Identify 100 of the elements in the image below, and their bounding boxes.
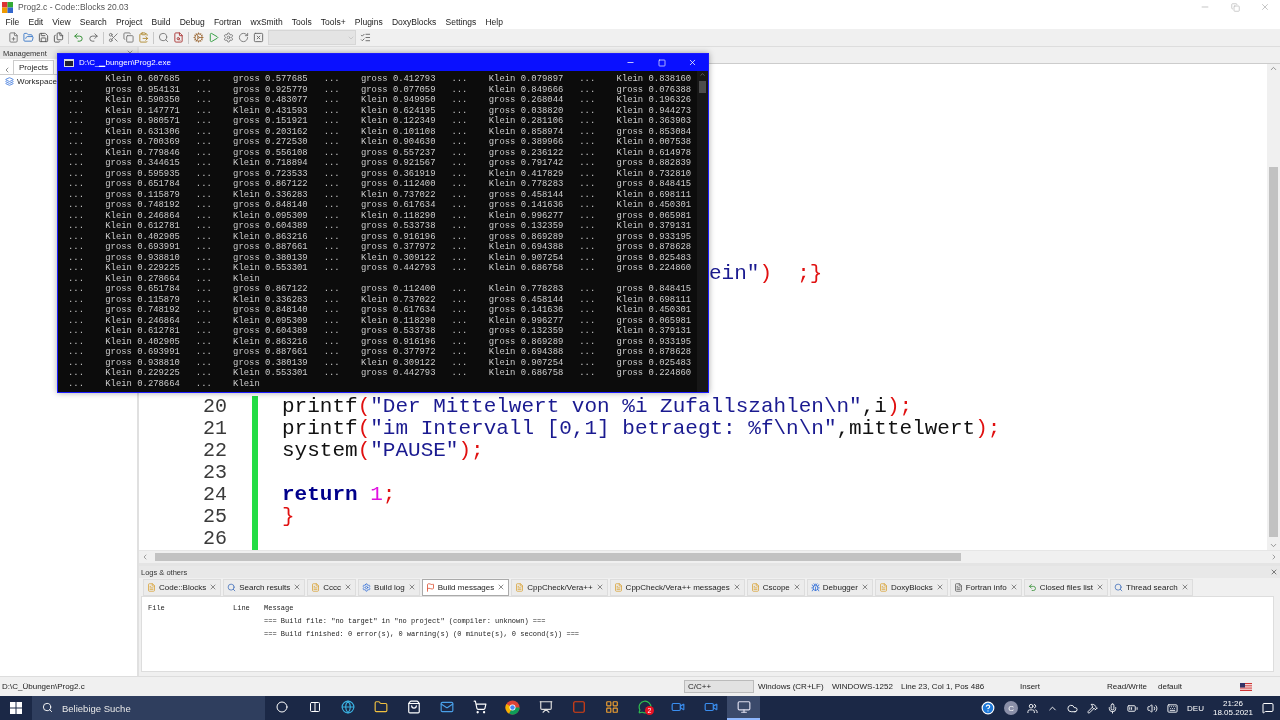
close-icon[interactable] [792, 583, 801, 591]
people-icon[interactable] [1027, 702, 1039, 714]
mail-icon[interactable] [439, 700, 454, 714]
store-icon[interactable] [406, 700, 421, 714]
menu-item[interactable]: Tools+ [316, 16, 351, 27]
close-icon[interactable] [1270, 568, 1278, 576]
close-icon[interactable] [595, 583, 604, 591]
scroll-left-icon[interactable] [141, 553, 149, 561]
copy-icon[interactable] [123, 32, 134, 43]
folder-icon[interactable] [373, 700, 388, 714]
cortana-icon[interactable] [275, 701, 288, 713]
log-tab[interactable]: Fortran info [949, 578, 1022, 596]
battery-icon[interactable] [1127, 702, 1139, 714]
menu-item[interactable]: wxSmith [245, 16, 288, 27]
scroll-up-icon[interactable] [1269, 64, 1278, 73]
close-icon[interactable] [1180, 583, 1189, 591]
scrollbar-thumb[interactable] [1269, 167, 1278, 537]
presentation-icon[interactable] [538, 700, 553, 714]
maximize-icon[interactable] [657, 58, 666, 67]
menu-item[interactable]: Help [480, 16, 508, 27]
menu-item[interactable]: Settings [440, 16, 481, 27]
video-icon[interactable] [670, 700, 685, 714]
log-tab[interactable]: Closed files list [1023, 578, 1108, 596]
scroll-left-icon[interactable] [3, 66, 11, 74]
play-icon[interactable] [208, 32, 219, 43]
menu-item[interactable]: Build [147, 16, 176, 27]
gear-icon[interactable] [193, 32, 204, 43]
close-icon[interactable] [860, 583, 869, 591]
cloud-icon[interactable] [1067, 702, 1079, 714]
horizontal-scrollbar[interactable] [139, 550, 1280, 563]
scrollbar-thumb[interactable] [155, 553, 961, 561]
windows-icon[interactable] [10, 702, 22, 714]
close-icon[interactable] [293, 583, 302, 591]
vertical-scrollbar[interactable] [1267, 64, 1280, 550]
new-file-icon[interactable] [8, 32, 19, 43]
log-tab[interactable]: Debugger [806, 578, 873, 596]
tree-item[interactable]: Workspace [17, 77, 57, 86]
panel-tab[interactable]: Projects [13, 60, 54, 74]
log-tab[interactable]: Cscope [746, 578, 805, 596]
video-icon[interactable] [703, 700, 718, 714]
menu-item[interactable]: Edit [23, 16, 48, 27]
language-indicator[interactable]: DEU [1187, 703, 1204, 713]
close-icon[interactable] [497, 583, 506, 591]
build-run-icon[interactable] [223, 32, 234, 43]
grid-icon[interactable] [604, 700, 619, 714]
menu-item[interactable]: Debug [175, 16, 210, 27]
rebuild-icon[interactable] [238, 32, 249, 43]
scroll-right-icon[interactable] [1270, 553, 1278, 561]
log-tab[interactable]: Thread search [1110, 578, 1193, 596]
undo-icon[interactable] [73, 32, 84, 43]
scrollbar-thumb[interactable] [699, 81, 706, 93]
list-icon[interactable] [360, 32, 371, 43]
replace-icon[interactable] [173, 32, 184, 43]
menu-item[interactable]: Tools [287, 16, 317, 27]
redo-icon[interactable] [88, 32, 99, 43]
log-tab[interactable]: Cccc [307, 578, 357, 596]
menu-item[interactable]: File [1, 16, 24, 27]
close-icon[interactable] [407, 583, 416, 591]
close-icon[interactable] [1096, 583, 1104, 591]
save-all-icon[interactable] [53, 32, 64, 43]
log-tab[interactable]: CppCheck/Vera++ messages [609, 578, 745, 596]
cut-icon[interactable] [108, 32, 119, 43]
log-tab[interactable]: Search results [223, 578, 306, 596]
close-icon[interactable] [732, 583, 741, 591]
browser-icon[interactable] [340, 700, 355, 714]
log-tab[interactable]: Build messages [421, 578, 510, 596]
log-tab[interactable]: Code::Blocks [143, 578, 222, 596]
log-tab[interactable]: DoxyBlocks [874, 578, 948, 596]
volume-icon[interactable] [1147, 702, 1159, 714]
menu-item[interactable]: Plugins [350, 16, 388, 27]
close-icon[interactable] [1009, 583, 1018, 591]
menu-item[interactable]: Project [111, 16, 147, 27]
paste-icon[interactable] [138, 32, 149, 43]
close-icon[interactable] [935, 583, 944, 591]
help-icon[interactable] [981, 701, 996, 715]
save-icon[interactable] [38, 32, 49, 43]
close-icon[interactable] [344, 583, 353, 591]
open-folder-icon[interactable] [23, 32, 34, 43]
chat-icon[interactable] [637, 700, 652, 714]
menu-item[interactable]: Fortran [209, 16, 246, 27]
log-tab[interactable]: CppCheck/Vera++ [511, 578, 608, 596]
task-view-icon[interactable] [308, 701, 321, 713]
microphone-icon[interactable] [1107, 702, 1119, 714]
log-tab[interactable]: Build log [358, 578, 420, 596]
notification-icon[interactable] [1262, 702, 1274, 714]
cart-icon[interactable] [472, 700, 487, 714]
scroll-down-icon[interactable] [1269, 541, 1278, 550]
console-scrollbar[interactable] [697, 71, 708, 392]
menu-item[interactable]: Search [75, 16, 112, 27]
office-icon[interactable] [571, 700, 586, 714]
search-field[interactable]: Beliebige Suche [32, 696, 265, 720]
menu-item[interactable]: DoxyBlocks [387, 16, 441, 27]
abort-icon[interactable] [253, 32, 264, 43]
menu-item[interactable]: View [47, 16, 76, 27]
search-icon[interactable] [158, 32, 169, 43]
monitor-icon[interactable] [736, 700, 751, 714]
browser-icon[interactable] [505, 699, 520, 715]
close-icon[interactable] [209, 583, 218, 591]
scroll-up-icon[interactable] [699, 71, 706, 78]
keyboard-icon[interactable] [1167, 702, 1179, 714]
